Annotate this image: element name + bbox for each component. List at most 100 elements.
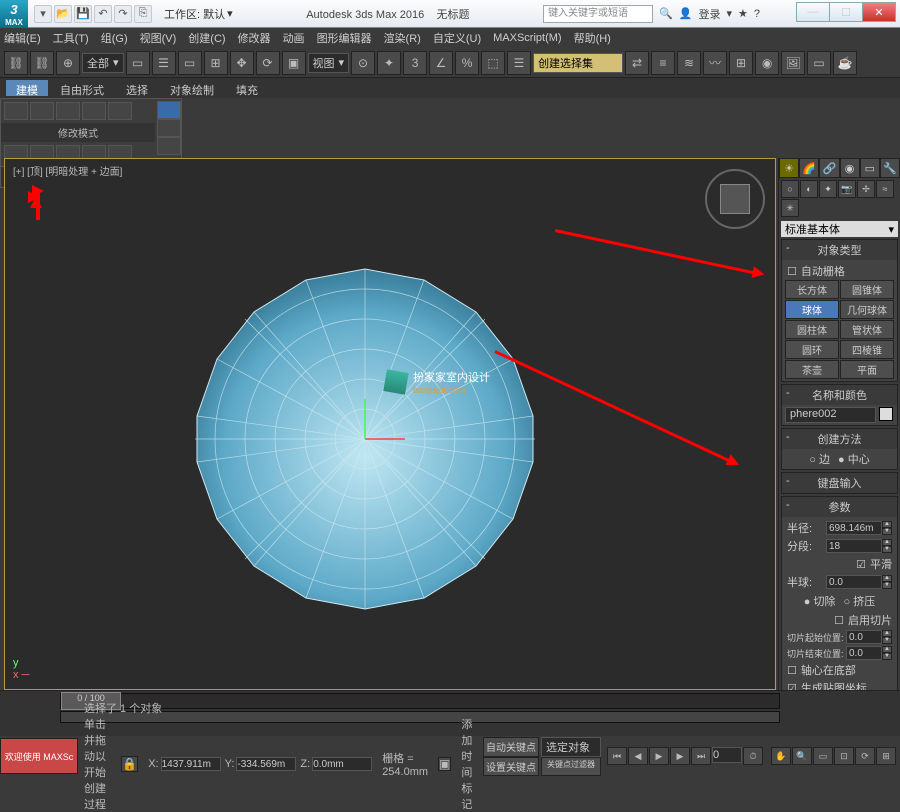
category-dropdown[interactable]: 标准基本体▾ xyxy=(781,221,898,237)
time-config-icon[interactable]: ⏱ xyxy=(743,747,763,765)
rollout-head[interactable]: 键盘输入 xyxy=(782,473,897,493)
color-swatch[interactable] xyxy=(879,407,893,421)
play-icon[interactable]: ▶ xyxy=(649,747,669,765)
ribbon-tab-modeling[interactable]: 建模 xyxy=(6,80,48,96)
ribbon-tab-populate[interactable]: 填充 xyxy=(226,80,268,96)
scale-icon[interactable]: ▣ xyxy=(282,51,306,75)
spin-up-icon[interactable]: ▲ xyxy=(882,539,892,546)
subobj-edge-icon[interactable] xyxy=(30,102,54,120)
qat-redo-icon[interactable]: ↷ xyxy=(114,5,132,23)
display-tab-icon[interactable]: ▭ xyxy=(860,158,880,178)
maximize-button[interactable]: ☐ xyxy=(829,2,863,22)
radio-chop[interactable]: ● 切除 xyxy=(804,593,836,609)
coord-z-input[interactable] xyxy=(312,757,372,771)
percent-snap-icon[interactable]: % xyxy=(455,51,479,75)
next-frame-icon[interactable]: ▶ xyxy=(670,747,690,765)
help-icon[interactable]: ? xyxy=(754,8,760,20)
checkbox-icon[interactable]: ☐ xyxy=(834,614,844,627)
material-icon[interactable]: ◉ xyxy=(755,51,779,75)
btn-box[interactable]: 长方体 xyxy=(785,280,839,299)
menu-help[interactable]: 帮助(H) xyxy=(574,30,611,46)
mirror-icon[interactable]: ⇄ xyxy=(625,51,649,75)
mod-side-b[interactable] xyxy=(157,137,181,155)
keyfilter-button[interactable]: 关键点过滤器 xyxy=(541,757,601,776)
spin-up-icon[interactable]: ▲ xyxy=(882,646,892,653)
hemi-input[interactable] xyxy=(826,575,882,589)
time-tag-label[interactable]: 添加时间标记 xyxy=(461,716,475,812)
checkbox-icon[interactable]: ☑ xyxy=(856,558,866,571)
render-icon[interactable]: ☕ xyxy=(833,51,857,75)
spin-down-icon[interactable]: ▼ xyxy=(882,637,892,644)
coord-y-input[interactable] xyxy=(236,757,296,771)
selection-filter[interactable]: 全部▾ xyxy=(82,53,124,73)
menu-customize[interactable]: 自定义(U) xyxy=(433,30,481,46)
fov-icon[interactable]: ▭ xyxy=(813,747,833,765)
qat-save-icon[interactable]: 💾 xyxy=(74,5,92,23)
menu-maxscript[interactable]: MAXScript(M) xyxy=(493,32,561,44)
spin-up-icon[interactable]: ▲ xyxy=(882,521,892,528)
rollout-head[interactable]: 对象类型 xyxy=(782,240,897,260)
ribbon-tab-freeform[interactable]: 自由形式 xyxy=(50,80,114,96)
subobj-border-icon[interactable] xyxy=(56,102,80,120)
menu-group[interactable]: 组(G) xyxy=(101,30,128,46)
autokey-button[interactable]: 自动关键点 xyxy=(483,737,539,757)
btn-pyramid[interactable]: 四棱锥 xyxy=(840,340,894,359)
curve-editor-icon[interactable]: 〰 xyxy=(703,51,727,75)
preview-toggle-icon[interactable] xyxy=(157,101,181,119)
ribbon-tab-objectpaint[interactable]: 对象绘制 xyxy=(160,80,224,96)
move-icon[interactable]: ✥ xyxy=(230,51,254,75)
select-icon[interactable]: ▭ xyxy=(126,51,150,75)
menu-edit[interactable]: 编辑(E) xyxy=(4,30,41,46)
render-frame-icon[interactable]: ▭ xyxy=(807,51,831,75)
app-icon[interactable]: MAX xyxy=(0,0,28,28)
chevron-down-icon[interactable]: ▾ xyxy=(726,7,732,20)
spin-down-icon[interactable]: ▼ xyxy=(882,653,892,660)
menu-render[interactable]: 渲染(R) xyxy=(384,30,421,46)
coord-x-input[interactable] xyxy=(161,757,221,771)
subobj-vertex-icon[interactable] xyxy=(4,102,28,120)
isolate-icon[interactable]: ▣ xyxy=(438,757,451,771)
help-search-input[interactable]: 键入关键字或短语 xyxy=(543,5,653,23)
snap-icon[interactable]: 3 xyxy=(403,51,427,75)
radio-squash[interactable]: ○ 挤压 xyxy=(844,593,876,609)
btn-geosphere[interactable]: 几何球体 xyxy=(840,300,894,319)
rollout-head[interactable]: 参数 xyxy=(782,497,897,517)
btn-teapot[interactable]: 茶壶 xyxy=(785,360,839,379)
motion-tab-icon[interactable]: ◉ xyxy=(840,158,860,178)
manip-icon[interactable]: ✦ xyxy=(377,51,401,75)
helpers-icon[interactable]: ✢ xyxy=(857,180,875,198)
radius-input[interactable] xyxy=(826,521,882,535)
lights-icon[interactable]: ✦ xyxy=(819,180,837,198)
welcome-panel[interactable]: 欢迎使用 MAXSc xyxy=(0,738,78,774)
orbit-icon[interactable]: ⟳ xyxy=(855,747,875,765)
btn-tube[interactable]: 管状体 xyxy=(840,320,894,339)
rotate-icon[interactable]: ⟳ xyxy=(256,51,280,75)
qat-undo-icon[interactable]: ↶ xyxy=(94,5,112,23)
menu-tools[interactable]: 工具(T) xyxy=(53,30,89,46)
prev-frame-icon[interactable]: ◀ xyxy=(628,747,648,765)
named-sel-icon[interactable]: ☰ xyxy=(507,51,531,75)
qat-link-icon[interactable]: ⎘ xyxy=(134,5,152,23)
goto-end-icon[interactable]: ⏭ xyxy=(691,747,711,765)
workspace-label[interactable]: 工作区: 默认 xyxy=(164,6,225,22)
spin-down-icon[interactable]: ▼ xyxy=(882,582,892,589)
spin-up-icon[interactable]: ▲ xyxy=(882,575,892,582)
menu-animation[interactable]: 动画 xyxy=(283,30,305,46)
geometry-icon[interactable]: ○ xyxy=(781,180,799,198)
current-frame-input[interactable] xyxy=(712,747,742,763)
align-icon[interactable]: ≡ xyxy=(651,51,675,75)
close-button[interactable]: ✕ xyxy=(862,2,896,22)
sliceto-input[interactable] xyxy=(846,646,882,660)
rollout-head[interactable]: 名称和颜色 xyxy=(782,385,897,405)
qat-open-icon[interactable]: 📂 xyxy=(54,5,72,23)
segments-input[interactable] xyxy=(826,539,882,553)
unlink-icon[interactable]: ⛓ xyxy=(30,51,54,75)
menu-modifiers[interactable]: 修改器 xyxy=(238,30,271,46)
slicefrom-input[interactable] xyxy=(846,630,882,644)
region-rect-icon[interactable]: ▭ xyxy=(178,51,202,75)
radio-edge[interactable]: ○ 边 xyxy=(809,451,830,467)
goto-start-icon[interactable]: ⏮ xyxy=(607,747,627,765)
named-selection-input[interactable]: 创建选择集 xyxy=(533,53,623,73)
checkbox-icon[interactable]: ☐ xyxy=(787,664,797,677)
create-tab-icon[interactable]: ☀ xyxy=(779,158,799,178)
